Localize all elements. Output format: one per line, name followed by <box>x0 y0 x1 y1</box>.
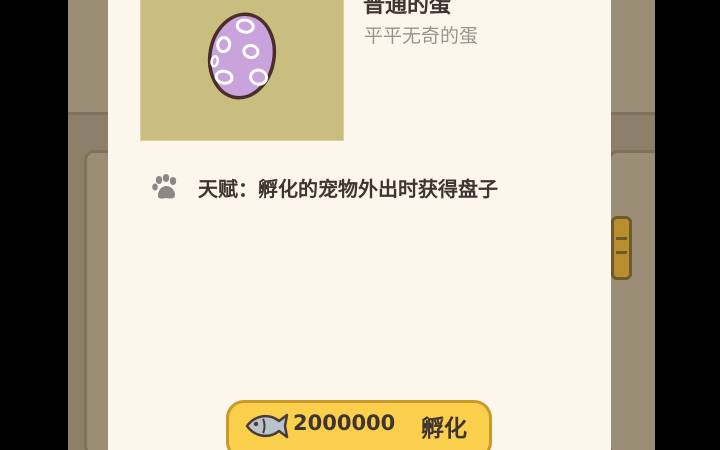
egg-description: 平平无奇的蛋 <box>364 25 479 47</box>
hatch-price: 2000000 <box>293 411 396 435</box>
egg-name: 普通的蛋 <box>363 0 452 18</box>
talent-description: 天赋：孵化的宠物外出时获得盘子 <box>198 176 498 201</box>
paw-icon <box>152 174 177 199</box>
hatch-label: 孵化 <box>421 416 467 442</box>
talent-row: 天赋：孵化的宠物外出时获得盘子 <box>150 172 498 202</box>
background-drawer-handle <box>611 216 632 280</box>
background-shelf <box>608 150 655 450</box>
egg-image-frame <box>140 0 344 141</box>
egg-detail-modal: 普通的蛋 平平无奇的蛋 天赋：孵化的宠物外出时获得盘子 2000000 孵化 <box>108 0 611 450</box>
hatch-button[interactable]: 2000000 孵化 <box>226 400 492 450</box>
spotted-egg-icon <box>207 12 277 100</box>
screen: 普通的蛋 平平无奇的蛋 天赋：孵化的宠物外出时获得盘子 2000000 孵化 <box>0 0 720 450</box>
fish-icon <box>245 413 289 439</box>
